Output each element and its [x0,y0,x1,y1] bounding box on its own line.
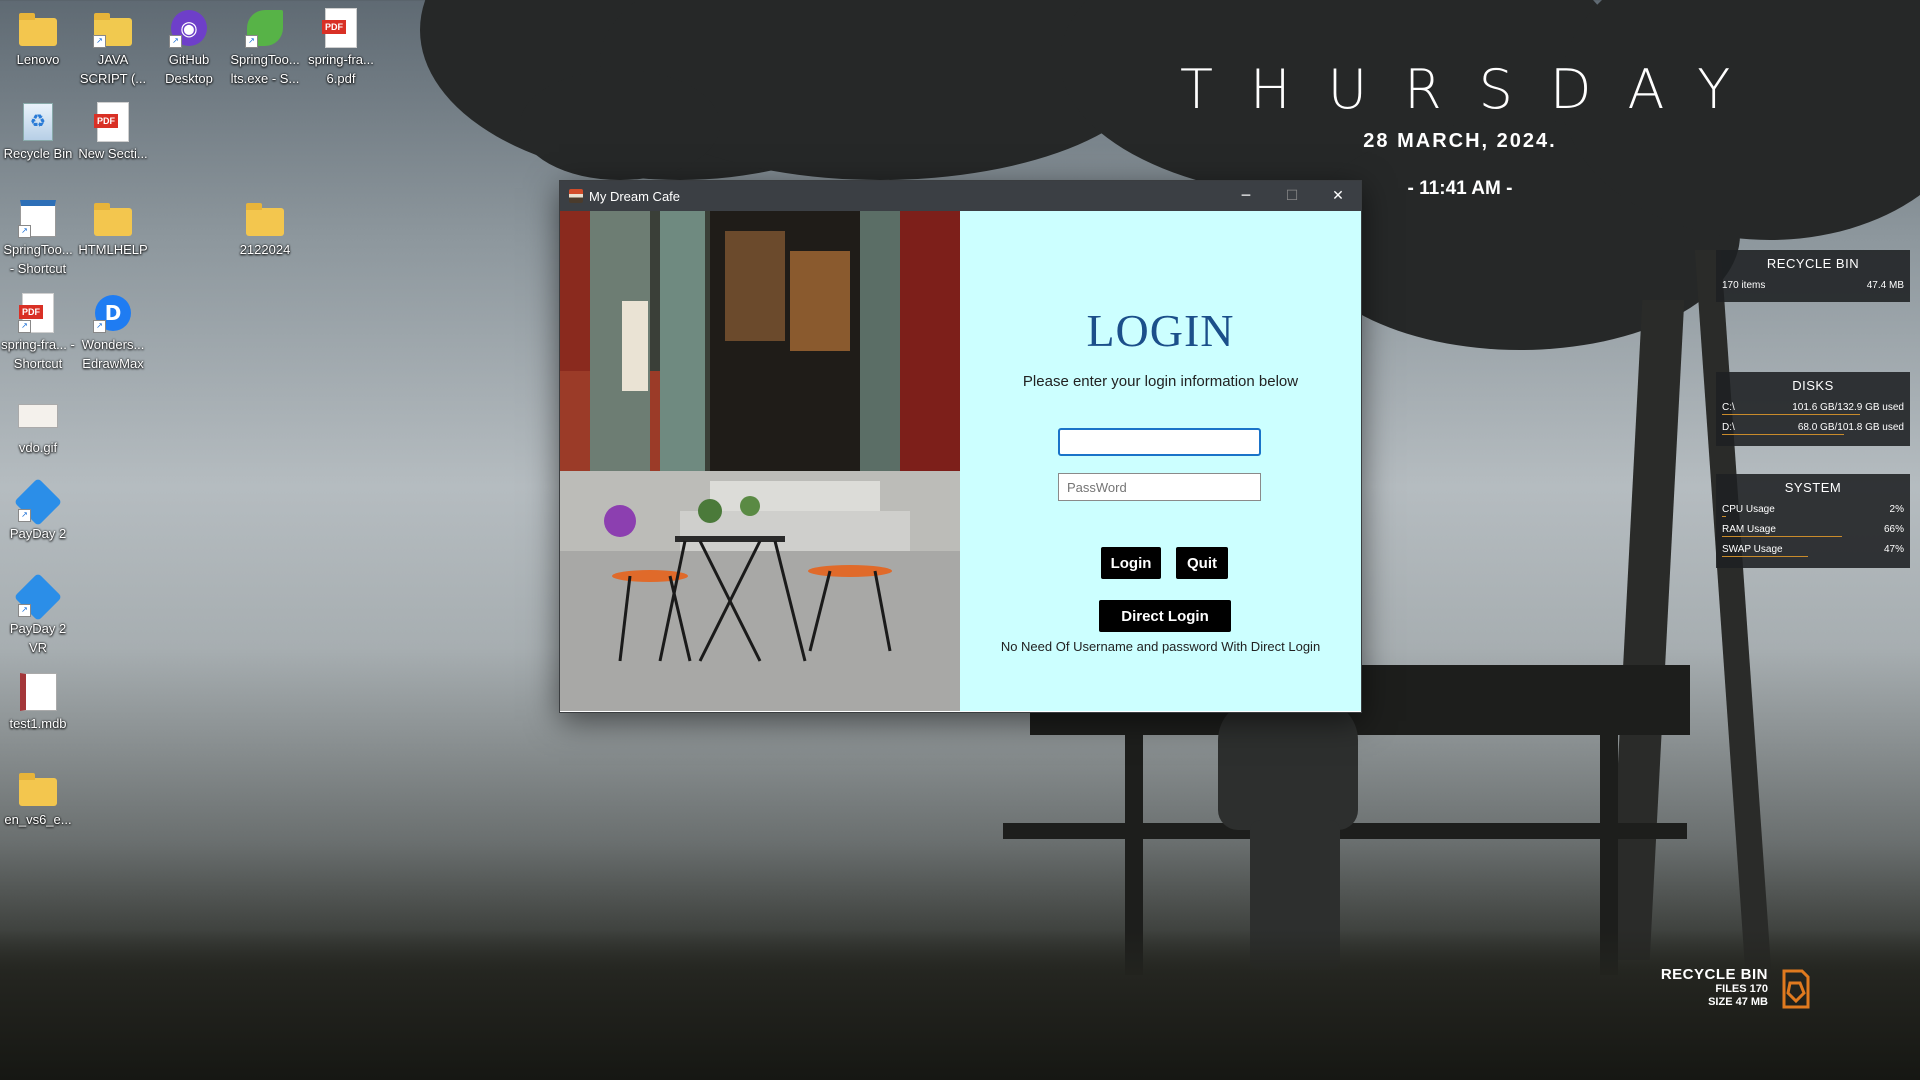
folder-icon [94,203,132,236]
shortcut-arrow-icon: ↗ [18,320,31,333]
cafe-photo [560,211,960,711]
desktop-icon-en-vs6[interactable]: en_vs6_e... [0,768,76,829]
system-row: SWAP Usage 47% [1716,539,1910,559]
disk-drive: D:\ [1722,421,1735,433]
pdf-icon: PDF [322,8,357,48]
desktop-icon-spring-shortcut[interactable]: PDF ↗ spring-fra... - Shortcut [0,293,76,373]
recycle-bin-size: 47.4 MB [1866,279,1904,291]
folder-icon [19,773,57,806]
disk-drive: C:\ [1722,401,1735,413]
cafe-app-icon [569,189,583,203]
shortcut-arrow-icon: ↗ [245,35,258,48]
desktop-icon-recycle-bin[interactable]: ♻ Recycle Bin [0,102,76,163]
minimize-button[interactable]: ─ [1223,181,1269,211]
desktop-icon-spring-pdf[interactable]: PDF spring-fra... 6.pdf [303,8,379,88]
login-form: LOGIN Please enter your login informatio… [960,211,1361,711]
desktop-icon-javascript[interactable]: ↗ JAVA SCRIPT (... [75,8,151,88]
desktop-icon-vdo-gif[interactable]: vdo.gif [0,396,76,457]
folder-icon [19,13,57,46]
disk-usage: 68.0 GB/101.8 GB used [1797,421,1904,433]
shortcut-arrow-icon: ↗ [18,225,31,238]
close-button[interactable]: ✕ [1315,181,1361,211]
widget-title: DISKS [1792,378,1834,393]
desktop-icon-github[interactable]: ◉ ↗ GitHub Desktop [151,8,227,88]
maximize-button[interactable]: ☐ [1269,181,1315,211]
recycle-corner-size: SIZE 47 MB [1708,996,1768,1008]
recycle-bin-items: 170 items [1722,279,1766,291]
recycle-corner-title: RECYCLE BIN [1660,966,1768,983]
disks-widget: DISKS C:\ 101.6 GB/132.9 GB used D:\ 68.… [1716,372,1910,446]
password-input[interactable] [1058,473,1261,501]
disk-row: D:\ 68.0 GB/101.8 GB used [1716,417,1910,437]
widget-title: SYSTEM [1784,480,1842,495]
gif-icon [18,404,58,428]
recycle-bin-widget: RECYCLE BIN 170 items 47.4 MB [1716,250,1910,302]
recycle-bin-corner-widget[interactable]: RECYCLE BIN FILES 170 SIZE 47 MB [1640,966,1768,1009]
desktop-icon-test1-mdb[interactable]: test1.mdb [0,672,76,733]
desktop-icon-springtools-shortcut[interactable]: ↗ SpringToo... - Shortcut [0,198,76,278]
ram-usage-bar [1722,536,1842,537]
recycle-bin-icon: ♻ [23,103,53,141]
database-icon [19,673,57,711]
shortcut-arrow-icon: ↗ [93,320,106,333]
desktop-icon-2122024[interactable]: 2122024 [227,198,303,259]
desktop-icon-payday2[interactable]: ↗ PayDay 2 [0,477,76,543]
direct-login-note: No Need Of Username and password With Di… [1000,639,1321,654]
shortcut-arrow-icon: ↗ [18,509,31,522]
recycle-bin-icon[interactable] [1780,967,1812,1011]
system-row: CPU Usage 2% [1716,499,1910,519]
clock-date: 28 MARCH, 2024. [1363,130,1557,152]
desktop-icon-new-section[interactable]: PDF New Secti... [75,102,151,163]
cpu-usage-bar [1722,516,1726,517]
disk-usage-bar [1722,414,1860,415]
desktop-icon-htmlhelp[interactable]: HTMLHELP [75,198,151,259]
disk-usage-bar [1722,434,1844,435]
clock-day: THURSDAY [1180,58,1768,121]
window-titlebar[interactable]: My Dream Cafe ─ ☐ ✕ [560,181,1361,211]
tree-trunk [1694,250,1772,970]
system-widget: SYSTEM CPU Usage 2% RAM Usage 66% SWAP U… [1716,474,1910,568]
window-title: My Dream Cafe [589,188,681,204]
desktop-icon-payday2-vr[interactable]: ↗ PayDay 2 VR [0,572,76,657]
login-window: My Dream Cafe ─ ☐ ✕ LOGIN Please enter y… [559,180,1362,713]
folder-icon [246,203,284,236]
username-input[interactable] [1058,428,1261,456]
recycle-bin-row: 170 items 47.4 MB [1716,275,1910,295]
desktop-icon-springtools[interactable]: ↗ SpringToo... lts.exe - S... [227,8,303,88]
disk-usage: 101.6 GB/132.9 GB used [1792,401,1904,413]
system-label: RAM Usage [1722,523,1776,535]
system-label: SWAP Usage [1722,543,1783,555]
recycle-corner-files: FILES 170 [1715,983,1768,995]
clock-time: - 11:41 AM - [1407,178,1513,199]
system-label: CPU Usage [1722,503,1775,515]
shortcut-arrow-icon: ↗ [18,604,31,617]
login-subtitle: Please enter your login information belo… [1022,373,1299,390]
widget-title: RECYCLE BIN [1766,256,1860,271]
pdf-icon: PDF [94,102,129,142]
shortcut-arrow-icon: ↗ [93,35,106,48]
grass [0,930,1920,1080]
system-row: RAM Usage 66% [1716,519,1910,539]
login-heading: LOGIN [1086,305,1235,356]
system-value: 66% [1883,523,1904,535]
quit-button[interactable]: Quit [1176,547,1228,579]
shortcut-arrow-icon: ↗ [169,35,182,48]
system-value: 2% [1889,503,1904,515]
tree-foliage [520,70,720,180]
desktop-icon-edrawmax[interactable]: D ↗ Wonders... EdrawMax [75,293,151,373]
login-button[interactable]: Login [1101,547,1161,579]
disk-row: C:\ 101.6 GB/132.9 GB used [1716,397,1910,417]
swap-usage-bar [1722,556,1808,557]
person-silhouette [1218,700,1358,830]
system-value: 47% [1883,543,1904,555]
tree-trunk [1607,300,1685,960]
desktop-icon-lenovo[interactable]: Lenovo [0,8,76,69]
direct-login-button[interactable]: Direct Login [1099,600,1231,632]
